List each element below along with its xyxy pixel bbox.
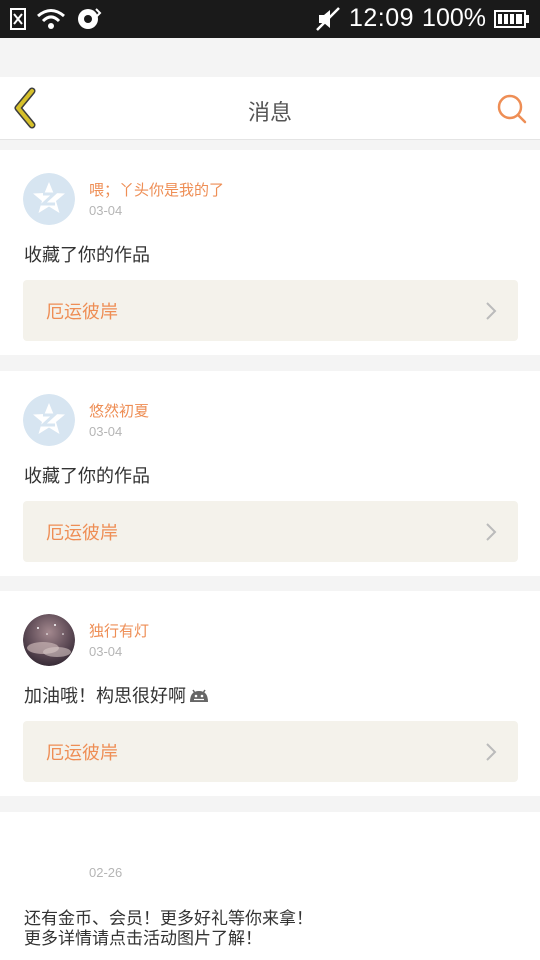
search-button[interactable] [496, 93, 528, 125]
work-title: 厄运彼岸 [46, 302, 118, 323]
message-date: 03-04 [89, 424, 123, 439]
promo-text-line2: 更多详情请点击活动图片了解！ [24, 929, 262, 949]
promo-card[interactable]: 02-26 还有金币、会员！更多好礼等你来拿！ 更多详情请点击活动图片了解！ [0, 812, 540, 960]
default-avatar-icon [23, 173, 75, 225]
work-link[interactable]: 厄运彼岸 [23, 501, 518, 562]
avatar[interactable] [23, 614, 75, 666]
status-time: 12:09 [348, 4, 415, 32]
message-card: 独行有灯 03-04 加油哦！构思很好啊 厄运彼岸 [0, 591, 540, 796]
status-bar: 12:09 100% [0, 0, 540, 38]
sync-icon [78, 8, 102, 29]
username[interactable]: 喂；丫头你是我的了 [89, 179, 224, 200]
message-text: 收藏了你的作品 [24, 245, 150, 266]
page-title: 消息 [247, 101, 292, 126]
message-date: 03-04 [89, 203, 123, 218]
emoji-icon [190, 689, 208, 702]
work-link[interactable]: 厄运彼岸 [23, 721, 518, 782]
chevron-right-icon [486, 302, 497, 320]
nav-header: 消息 [0, 77, 540, 140]
work-link[interactable]: 厄运彼岸 [23, 280, 518, 341]
message-text: 加油哦！构思很好啊 [24, 682, 210, 708]
work-title: 厄运彼岸 [46, 523, 118, 544]
message-date: 03-04 [89, 644, 123, 659]
work-title: 厄运彼岸 [46, 743, 118, 764]
status-left-icons [10, 7, 102, 31]
promo-date: 02-26 [89, 865, 123, 880]
username[interactable]: 独行有灯 [89, 620, 149, 641]
wifi-icon [37, 9, 65, 29]
avatar[interactable] [23, 394, 75, 446]
mute-icon [316, 6, 340, 31]
status-right: 12:09 100% [315, 4, 530, 33]
chevron-right-icon [486, 743, 497, 761]
battery-icon [494, 9, 529, 28]
default-avatar-icon [23, 394, 75, 446]
message-text: 收藏了你的作品 [24, 466, 150, 487]
message-text-content: 加油哦！构思很好啊 [24, 686, 186, 707]
message-card: 悠然初夏 03-04 收藏了你的作品 厄运彼岸 [0, 371, 540, 576]
battery-percent: 100% [422, 4, 486, 32]
avatar[interactable] [23, 173, 75, 225]
search-icon [497, 94, 527, 124]
username[interactable]: 悠然初夏 [89, 400, 149, 421]
sim-off-icon [10, 8, 26, 30]
message-card: 喂；丫头你是我的了 03-04 收藏了你的作品 厄运彼岸 [0, 150, 540, 355]
chevron-right-icon [486, 523, 497, 541]
photo-avatar-icon [23, 614, 75, 666]
